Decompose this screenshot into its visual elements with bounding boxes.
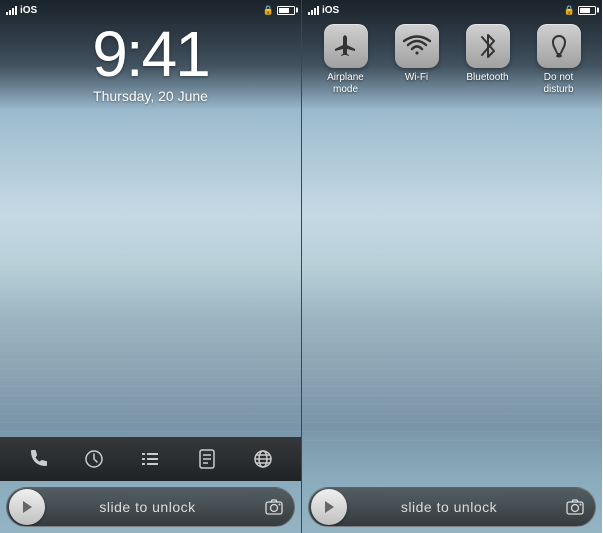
carrier-label-right: iOS xyxy=(322,5,339,16)
water-effect xyxy=(0,243,301,443)
globe-icon[interactable] xyxy=(246,442,280,476)
bar3r xyxy=(314,8,316,15)
water-effect-right xyxy=(302,243,602,443)
qs-wifi[interactable]: Wi-Fi xyxy=(387,24,447,84)
do-not-disturb-icon xyxy=(537,24,581,68)
clock-date: Thursday, 20 June xyxy=(93,88,208,104)
battery-fill-right xyxy=(580,8,590,13)
bottom-toolbar xyxy=(0,437,301,481)
bar3 xyxy=(12,8,14,15)
unlock-bar-left[interactable]: slide to unlock xyxy=(6,487,295,527)
unlock-text-right: slide to unlock xyxy=(339,499,559,515)
signal-bars-right xyxy=(308,5,319,15)
qs-bluetooth[interactable]: Bluetooth xyxy=(458,24,518,84)
signal-bars xyxy=(6,5,17,15)
status-left: iOS xyxy=(6,5,37,16)
right-screen: iOS 🔒 Airplane mode xyxy=(301,0,602,533)
bar1 xyxy=(6,12,8,15)
bar2 xyxy=(9,10,11,15)
qs-airplane-mode[interactable]: Airplane mode xyxy=(316,24,376,96)
battery-icon xyxy=(277,6,295,15)
bluetooth-label: Bluetooth xyxy=(466,72,508,84)
clock-icon[interactable] xyxy=(77,442,111,476)
status-right: 🔒 xyxy=(263,5,295,16)
unlock-bar-right[interactable]: slide to unlock xyxy=(308,487,596,527)
wifi-label: Wi-Fi xyxy=(405,72,428,84)
unlock-text-left: slide to unlock xyxy=(37,499,258,515)
wifi-icon xyxy=(395,24,439,68)
status-bar-right: iOS 🔒 xyxy=(302,0,602,20)
carrier-label: iOS xyxy=(20,5,37,16)
clock-time: 9:41 xyxy=(92,22,209,86)
battery-icon-right xyxy=(578,6,596,15)
battery-fill xyxy=(279,8,289,13)
left-screen: iOS 🔒 9:41 Thursday, 20 June xyxy=(0,0,301,533)
bar2r xyxy=(311,10,313,15)
camera-button-right[interactable] xyxy=(559,491,591,523)
qs-do-not-disturb[interactable]: Do not disturb xyxy=(529,24,589,96)
bar4 xyxy=(15,6,17,15)
status-bar-left: iOS 🔒 xyxy=(0,0,301,20)
status-left-right: iOS xyxy=(308,5,339,16)
airplane-mode-icon xyxy=(324,24,368,68)
lock-icon: 🔒 xyxy=(263,5,274,16)
notes-icon[interactable] xyxy=(190,442,224,476)
bar1r xyxy=(308,12,310,15)
phone-icon[interactable] xyxy=(21,442,55,476)
clock-container: 9:41 Thursday, 20 June xyxy=(0,22,301,104)
do-not-disturb-label: Do not disturb xyxy=(529,72,589,96)
quick-settings-panel: Airplane mode Wi-Fi Blueto xyxy=(302,20,602,100)
airplane-mode-label: Airplane mode xyxy=(316,72,376,96)
status-right-right: 🔒 xyxy=(564,5,596,16)
camera-button-left[interactable] xyxy=(258,491,290,523)
bar4r xyxy=(317,6,319,15)
lock-icon-right: 🔒 xyxy=(564,5,575,16)
list-icon[interactable] xyxy=(133,442,167,476)
bluetooth-icon xyxy=(466,24,510,68)
